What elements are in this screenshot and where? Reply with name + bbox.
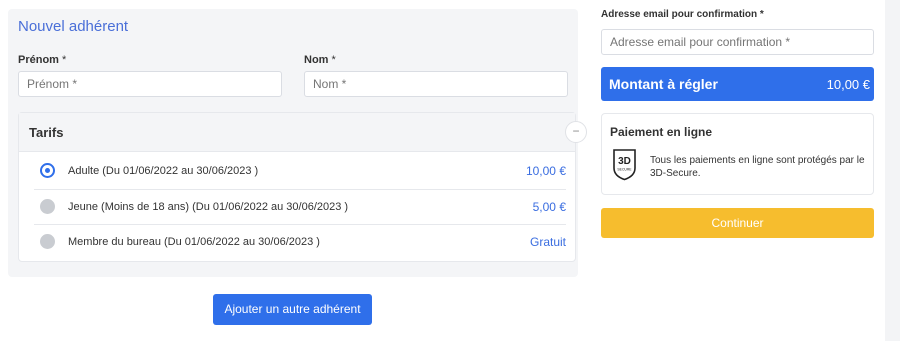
prenom-input[interactable] [18,71,282,97]
form-title: Nouvel adhérent [18,18,129,35]
online-payment-card: Paiement en ligne 3D SECURE Tous les pai… [601,113,874,195]
amount-label: Montant à régler [609,76,718,92]
amount-box: Montant à régler 10,00 € [601,67,874,101]
tarifs-header: Tarifs − [19,113,587,152]
continue-button[interactable]: Continuer [601,208,874,238]
tarif-option-adulte[interactable]: Adulte (Du 01/06/2022 au 30/06/2023 ) 10… [34,154,566,188]
email-input[interactable] [601,29,874,55]
tarif-price: 5,00 € [532,200,566,214]
badge-sub-text: SECURE [617,168,632,172]
radio-unselected-icon[interactable] [40,199,55,214]
page-scroll-gutter [885,0,900,341]
tarifs-title: Tarifs [29,125,64,140]
member-form-card: Nouvel adhérent Prénom * Nom * Tarifs − … [8,9,587,277]
payment-info-text: Tous les paiements en ligne sont protégé… [650,155,865,179]
3d-secure-shield-icon: 3D SECURE [613,149,636,181]
email-label: Adresse email pour confirmation * [601,9,764,20]
tarif-price: 10,00 € [525,164,566,178]
nom-label: Nom * [304,54,336,66]
tarif-label: Membre du bureau (Du 01/06/2022 au 30/06… [68,236,320,248]
tarif-label: Adulte (Du 01/06/2022 au 30/06/2023 ) [68,165,259,177]
tarif-option-bureau[interactable]: Membre du bureau (Du 01/06/2022 au 30/06… [34,224,566,258]
tarif-price: Gratuit [529,235,566,249]
add-member-button[interactable]: Ajouter un autre adhérent [213,294,372,325]
amount-value: 10,00 € [826,77,870,92]
payment-title: Paiement en ligne [610,125,713,139]
prenom-label: Prénom * [18,54,67,66]
tarifs-panel: Tarifs − Adulte (Du 01/06/2022 au 30/06/… [18,112,587,262]
radio-unselected-icon[interactable] [40,234,55,249]
collapse-button[interactable]: − [565,121,587,143]
tarif-label: Jeune (Moins de 18 ans) (Du 01/06/2022 a… [68,201,349,213]
radio-selected-icon[interactable] [40,163,55,178]
badge-main-text: 3D [618,156,631,167]
nom-input[interactable] [304,71,568,97]
tarif-option-jeune[interactable]: Jeune (Moins de 18 ans) (Du 01/06/2022 a… [34,189,566,223]
